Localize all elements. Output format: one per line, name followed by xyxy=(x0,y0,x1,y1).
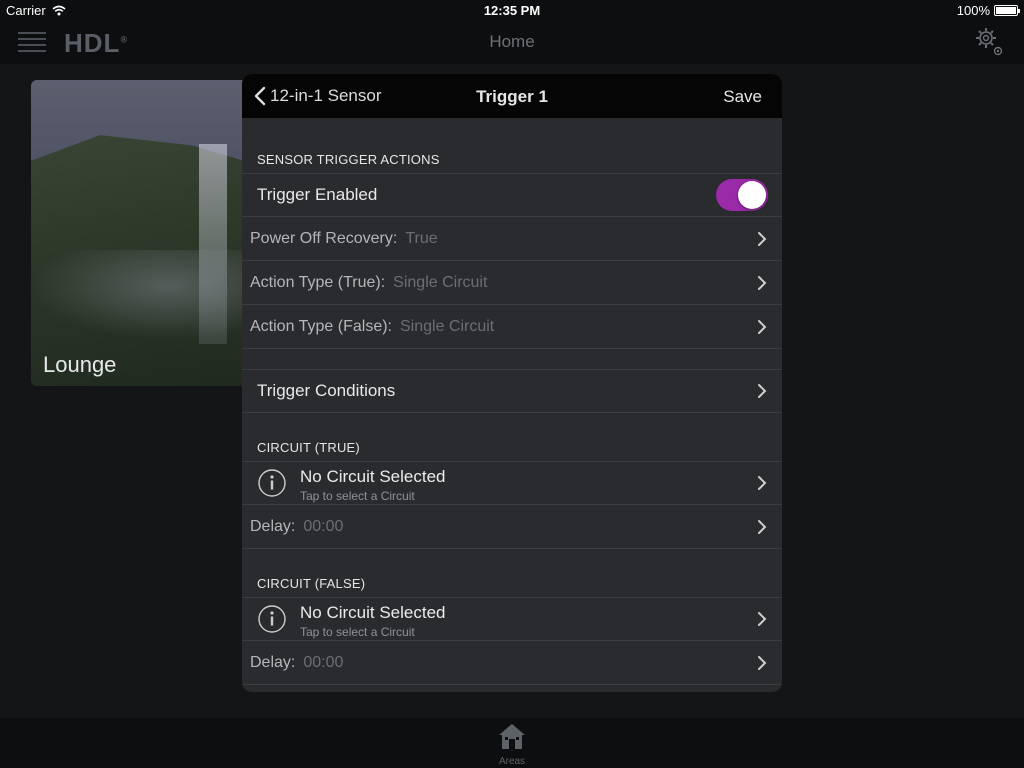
status-bar: Carrier 12:35 PM 100% xyxy=(0,0,1024,20)
gear-icon[interactable] xyxy=(974,26,1004,58)
trigger-modal: 12-in-1 Sensor Trigger 1 Save SENSOR TRI… xyxy=(242,74,782,692)
chevron-right-icon xyxy=(758,232,767,246)
trigger-enabled-toggle[interactable] xyxy=(716,179,768,211)
trigger-enabled-label: Trigger Enabled xyxy=(257,185,378,204)
delay-false-value: 00:00 xyxy=(303,654,344,671)
tab-areas-label: Areas xyxy=(498,756,526,767)
chevron-right-icon xyxy=(758,384,767,398)
action-type-true-value: Single Circuit xyxy=(393,274,488,291)
row-trigger-enabled: Trigger Enabled xyxy=(242,173,782,217)
area-photo-mist xyxy=(31,250,261,340)
page-title: Home xyxy=(489,32,535,51)
circuit-false-label: No Circuit Selected xyxy=(300,603,446,622)
trigger-conditions-label: Trigger Conditions xyxy=(257,381,396,400)
chevron-right-icon xyxy=(758,656,767,670)
section-header-sensor-actions: SENSOR TRIGGER ACTIONS xyxy=(257,152,440,167)
circuit-true-label: No Circuit Selected xyxy=(300,467,446,486)
circuit-true-hint: Tap to select a Circuit xyxy=(300,489,415,503)
power-off-recovery-label: Power Off Recovery: xyxy=(250,230,398,247)
modal-header: 12-in-1 Sensor Trigger 1 Save xyxy=(242,74,782,118)
circuit-false-hint: Tap to select a Circuit xyxy=(300,625,415,639)
section-header-circuit-false: CIRCUIT (FALSE) xyxy=(257,576,366,591)
delay-true-label: Delay: xyxy=(250,518,296,535)
battery-status: 100% xyxy=(956,3,1020,18)
area-label: Lounge xyxy=(43,352,117,377)
delay-false-label: Delay: xyxy=(250,654,296,671)
section-header-circuit-true: CIRCUIT (TRUE) xyxy=(257,440,360,455)
action-type-true-label: Action Type (True): xyxy=(250,274,386,291)
row-action-type-true[interactable]: Action Type (True): Single Circuit xyxy=(242,261,782,305)
chevron-right-icon xyxy=(758,476,767,490)
action-type-false-value: Single Circuit xyxy=(399,318,495,335)
home-icon xyxy=(499,724,525,749)
area-card-lounge[interactable]: Lounge xyxy=(31,80,261,386)
battery-icon xyxy=(994,5,1020,16)
delay-true-value: 00:00 xyxy=(303,518,344,535)
back-chevron-icon xyxy=(254,86,266,106)
row-power-off-recovery[interactable]: Power Off Recovery: True xyxy=(242,217,782,261)
info-icon xyxy=(258,605,286,633)
row-delay-true[interactable]: Delay: 00:00 xyxy=(242,505,782,549)
chevron-right-icon xyxy=(758,612,767,626)
action-type-false-label: Action Type (False): xyxy=(250,318,392,335)
save-button[interactable]: Save xyxy=(723,87,762,107)
chevron-right-icon xyxy=(758,276,767,290)
info-icon xyxy=(258,469,286,497)
tab-bar: Areas xyxy=(0,718,1024,768)
row-delay-false[interactable]: Delay: 00:00 xyxy=(242,641,782,685)
battery-percent: 100% xyxy=(956,3,990,18)
status-time: 12:35 PM xyxy=(483,3,541,18)
chevron-right-icon xyxy=(758,320,767,334)
back-button-label: 12-in-1 Sensor xyxy=(270,86,382,105)
circuit-false-text: No Circuit Selected Tap to select a Circ… xyxy=(300,603,446,639)
app-nav-bar: HDL® Home xyxy=(0,20,1024,64)
tab-areas[interactable]: Areas xyxy=(497,722,527,767)
back-button[interactable]: 12-in-1 Sensor xyxy=(254,86,382,106)
chevron-right-icon xyxy=(758,520,767,534)
row-circuit-false[interactable]: No Circuit Selected Tap to select a Circ… xyxy=(242,597,782,641)
row-action-type-false[interactable]: Action Type (False): Single Circuit xyxy=(242,305,782,349)
row-trigger-conditions[interactable]: Trigger Conditions xyxy=(242,369,782,413)
row-circuit-true[interactable]: No Circuit Selected Tap to select a Circ… xyxy=(242,461,782,505)
power-off-recovery-value: True xyxy=(405,230,438,247)
circuit-true-text: No Circuit Selected Tap to select a Circ… xyxy=(300,467,446,503)
